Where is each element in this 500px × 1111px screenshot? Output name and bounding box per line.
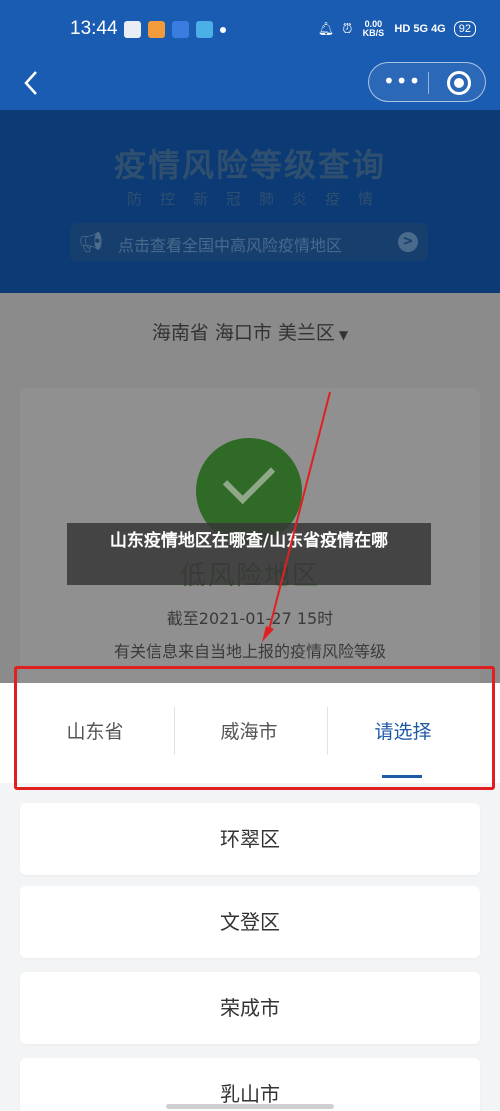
capsule-divider <box>428 72 429 94</box>
calendar-app-icon <box>172 21 189 38</box>
high-risk-notice-bar[interactable]: 📢︎ 点击查看全国中高风险疫情地区 > <box>70 223 428 261</box>
status-bar: 13:44 🔔︎ ⏰︎ 0.00 KB/S HD 5G 4G 92 <box>0 0 500 60</box>
back-icon[interactable] <box>16 66 50 100</box>
nav-bar: ••• <box>0 60 500 110</box>
region-selected: 海南省 海口市 美兰区 <box>151 322 335 344</box>
home-indicator <box>166 1104 334 1109</box>
bell-mute-icon: 🔔︎ <box>317 21 335 36</box>
caption-overlay: 山东疫情地区在哪查/山东省疫情在哪 <box>67 523 431 585</box>
list-item[interactable]: 文登区 <box>20 886 480 958</box>
network-speed: 0.00 KB/S <box>362 19 385 38</box>
chevron-right-icon: > <box>398 232 418 252</box>
source-text: 有关信息来自当地上报的疫情风险等级 <box>113 642 386 661</box>
region-selector[interactable]: 海南省 海口市 美兰区 ▼ <box>0 318 500 345</box>
annotation-highlight-box <box>14 666 495 790</box>
more-notifications-dot-icon <box>220 26 226 33</box>
list-item[interactable]: 环翠区 <box>20 803 480 875</box>
mini-program-capsule: ••• <box>368 62 486 102</box>
clipboard-app-icon <box>196 21 213 38</box>
battery-icon: 92 <box>453 21 476 37</box>
status-time: 13:44 <box>70 18 118 39</box>
notification-icons <box>124 21 226 38</box>
signal-indicators: HD 5G 4G <box>394 23 446 35</box>
deadline-text: 截至2021-01-27 15时 <box>166 609 334 628</box>
target-circle-icon[interactable] <box>447 71 471 95</box>
status-right: 🔔︎ ⏰︎ 0.00 KB/S HD 5G 4G 92 <box>318 20 476 38</box>
header-banner: 疫情风险等级查询 防控新冠肺炎疫情 📢︎ 点击查看全国中高风险疫情地区 > <box>0 110 500 293</box>
alarm-icon: ⏰︎ <box>342 21 353 36</box>
more-dots-icon[interactable]: ••• <box>383 71 420 93</box>
list-item[interactable]: 荣成市 <box>20 972 480 1044</box>
message-app-icon <box>124 21 141 38</box>
caret-down-icon: ▼ <box>338 328 349 342</box>
page-title: 疫情风险等级查询 <box>113 146 386 184</box>
speaker-icon: 📢︎ <box>78 230 104 254</box>
taobao-app-icon <box>148 21 165 38</box>
notice-text: 点击查看全国中高风险疫情地区 <box>118 236 343 255</box>
page-subtitle: 防控新冠肺炎疫情 <box>126 190 391 208</box>
